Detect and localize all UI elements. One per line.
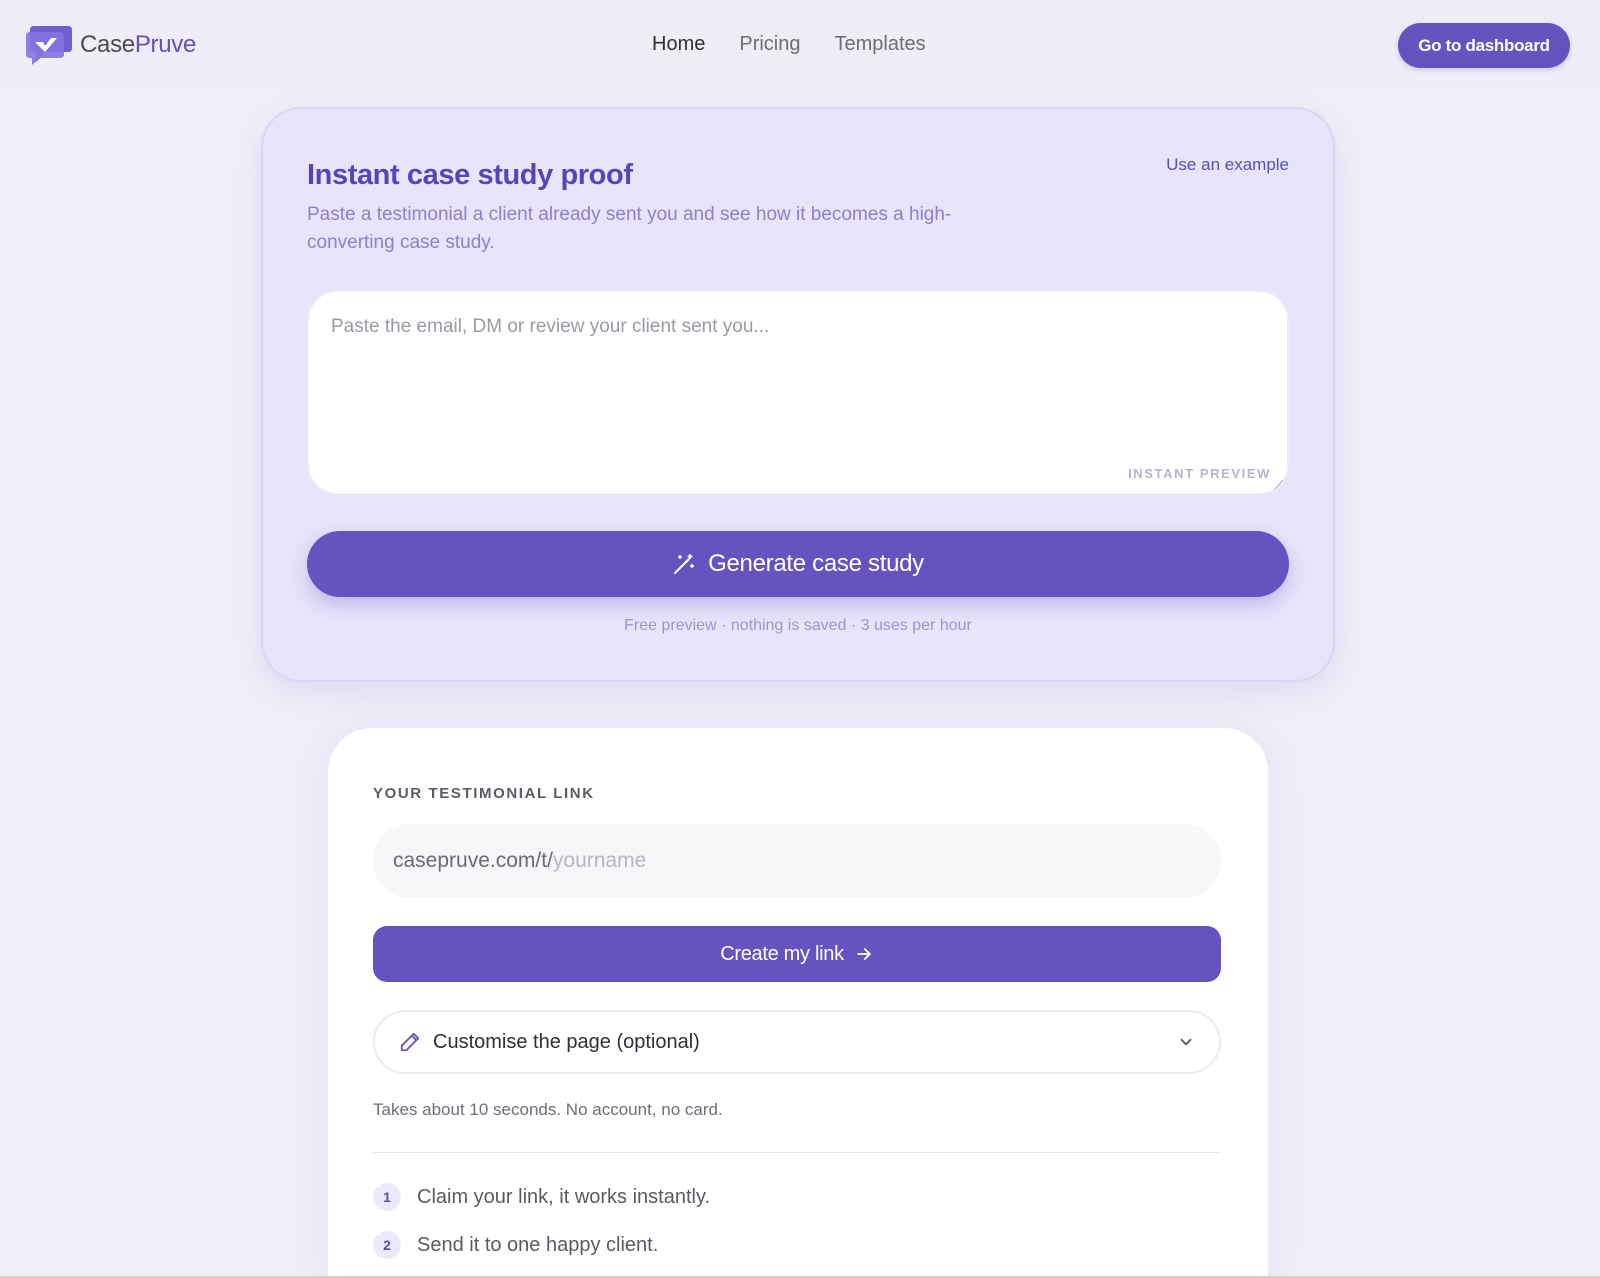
brand-logo[interactable]: CasePruve	[24, 24, 196, 66]
main-nav: Home Pricing Templates	[652, 33, 926, 56]
username-input[interactable]	[552, 849, 1053, 873]
takes-10-seconds-note: Takes about 10 seconds. No account, no c…	[373, 1100, 723, 1119]
nav-pricing[interactable]: Pricing	[739, 33, 800, 56]
step-item: 1 Claim your link, it works instantly.	[373, 1183, 710, 1211]
nav-templates[interactable]: Templates	[835, 33, 926, 56]
case-study-title: Instant case study proof	[307, 159, 633, 191]
testimonial-link-label: YOUR TESTIMONIAL LINK	[373, 785, 595, 802]
chevron-down-icon	[1180, 1038, 1192, 1046]
resize-handle-icon[interactable]: ⟋	[1275, 479, 1283, 491]
free-preview-note: Free preview · nothing is saved · 3 uses…	[624, 617, 972, 634]
brand-name-case: Case	[80, 31, 135, 58]
step-text: Claim your link, it works instantly.	[417, 1185, 711, 1208]
magic-wand-icon	[674, 554, 695, 574]
top-navbar: CasePruve Home Pricing Templates Go to d…	[0, 0, 1600, 92]
instant-preview-tag: INSTANT PREVIEW	[1128, 466, 1271, 481]
brand-name: CasePruve	[80, 31, 196, 59]
step-text: Send it to one happy client.	[417, 1233, 659, 1256]
testimonial-link-card: YOUR TESTIMONIAL LINK casepruve.com/t/ C…	[328, 728, 1268, 1278]
generate-case-study-button[interactable]: Generate case study	[307, 531, 1289, 597]
case-study-card: Instant case study proof Use an example …	[261, 107, 1335, 682]
casepruve-logo-icon	[26, 26, 72, 65]
testimonial-link-input-wrapper: casepruve.com/t/	[373, 824, 1221, 898]
case-study-subtitle: Paste a testimonial a client already sen…	[307, 204, 952, 253]
go-to-dashboard-button[interactable]: Go to dashboard	[1398, 23, 1570, 68]
pencil-icon	[400, 1032, 420, 1052]
create-my-link-button[interactable]: Create my link	[373, 926, 1221, 982]
customise-page-toggle[interactable]: Customise the page (optional)	[373, 1010, 1221, 1074]
step-number: 1	[373, 1183, 401, 1211]
nav-home[interactable]: Home	[652, 33, 705, 56]
divider	[373, 1152, 1221, 1153]
step-number: 2	[373, 1231, 401, 1259]
step-item: 2 Send it to one happy client.	[373, 1231, 710, 1259]
link-prefix: casepruve.com/t/	[393, 849, 553, 872]
testimonial-textarea-wrapper: INSTANT PREVIEW ⟋	[307, 290, 1289, 495]
use-example-link[interactable]: Use an example	[1166, 155, 1289, 175]
customise-page-label: Customise the page (optional)	[433, 1030, 700, 1053]
generate-case-study-label: Generate case study	[708, 550, 924, 577]
testimonial-textarea[interactable]	[309, 292, 1287, 493]
arrow-right-icon	[857, 948, 871, 960]
brand-name-pruve: Pruve	[134, 31, 197, 58]
create-my-link-label: Create my link	[720, 942, 844, 965]
steps-list: 1 Claim your link, it works instantly. 2…	[373, 1183, 710, 1278]
